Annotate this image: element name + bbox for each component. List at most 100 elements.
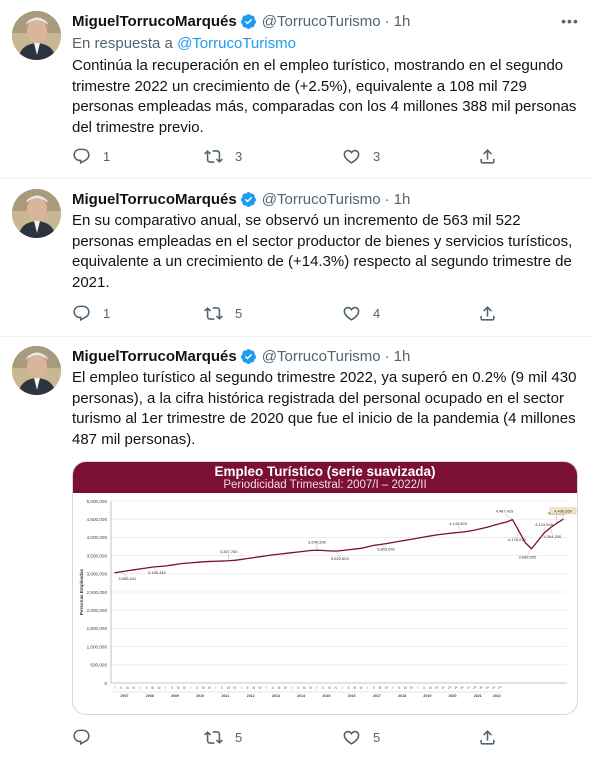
chart-title: Empleo Turístico (serie suavizada)	[214, 464, 436, 479]
share-button[interactable]	[478, 147, 497, 166]
annotation-leader	[504, 513, 513, 520]
data-point	[133, 569, 135, 571]
tweet-text: Continúa la recuperación en el empleo tu…	[72, 57, 577, 136]
x-year-label: 2007	[120, 694, 128, 698]
x-quarter-label: IV	[435, 686, 439, 690]
data-point	[423, 536, 425, 538]
data-point	[265, 555, 267, 557]
timestamp[interactable]: 1h	[394, 191, 411, 208]
x-year-label: 2016	[348, 694, 356, 698]
share-button[interactable]	[478, 728, 497, 747]
reply-context: En respuesta a @TorrucoTurismo	[72, 34, 580, 54]
data-point	[240, 558, 242, 560]
annotation-label: 3,803,642	[377, 547, 396, 552]
x-quarter-label: II	[221, 686, 223, 690]
author-name[interactable]: MiguelTorrucoMarqués	[72, 191, 237, 208]
like-button[interactable]: 4	[342, 304, 380, 323]
x-quarter-label: II	[322, 686, 324, 690]
author-handle[interactable]: @TorrucoTurismo	[262, 191, 381, 208]
x-quarter-label: II	[373, 686, 375, 690]
x-year-label: 2018	[398, 694, 406, 698]
retweet-button[interactable]: 5	[204, 304, 242, 323]
author-name[interactable]: MiguelTorrucoMarqués	[72, 348, 237, 365]
verified-badge-icon	[240, 191, 256, 207]
line-chart: 0 500,000 1,000,000 1,500,000 2,000,000 2,500…	[79, 499, 577, 698]
heart-icon	[343, 149, 360, 164]
reply-icon	[73, 729, 90, 745]
data-point	[436, 534, 438, 536]
annotation-label: 3,186,444	[148, 570, 167, 575]
x-quarter-label: III	[404, 686, 407, 690]
more-options-icon[interactable]: •••	[560, 11, 580, 31]
share-button[interactable]	[478, 304, 497, 323]
author-handle[interactable]: @TorrucoTurismo	[262, 13, 381, 30]
x-quarter-label: 2ª	[473, 686, 477, 690]
action-bar: 1 3 3	[72, 145, 502, 167]
like-button[interactable]: 3	[342, 147, 380, 166]
x-quarter-label: III	[227, 686, 230, 690]
data-point	[373, 544, 375, 546]
tweet-3[interactable]: MiguelTorrucoMarqués @TorrucoTurismo · 1…	[0, 337, 594, 757]
series-line	[114, 518, 564, 574]
data-point	[253, 557, 255, 559]
data-point	[284, 552, 286, 554]
x-quarter-label: III	[328, 686, 331, 690]
reply-count: 1	[103, 148, 111, 164]
y-tick-label: 500,000	[90, 663, 107, 668]
verified-badge-icon	[240, 13, 256, 29]
x-quarter-label: III	[303, 686, 306, 690]
x-year-label: 2019	[423, 694, 431, 698]
data-point	[385, 543, 387, 545]
like-count: 4	[373, 305, 381, 321]
author-name[interactable]: MiguelTorrucoMarqués	[72, 13, 237, 30]
x-quarter-label: III	[177, 686, 180, 690]
x-quarter-label: IV	[208, 686, 212, 690]
retweet-button[interactable]: 3	[204, 147, 242, 166]
data-point	[272, 554, 274, 556]
like-button[interactable]: 5	[342, 728, 380, 747]
annotation-label: 3,688,595	[519, 555, 538, 560]
reply-button[interactable]	[72, 728, 103, 747]
reply-button[interactable]: 1	[72, 147, 110, 166]
x-quarter-label: I	[190, 686, 191, 690]
x-quarter-label: IV	[132, 686, 136, 690]
x-quarter-label: 3ª	[479, 686, 483, 690]
chart-image-card[interactable]: Empleo Turístico (serie suavizada) Perio…	[72, 461, 578, 715]
x-year-label: 2020	[449, 694, 457, 698]
tweet-header: MiguelTorrucoMarqués @TorrucoTurismo · 1…	[72, 189, 580, 209]
annotation-label: 4,176,019	[508, 537, 527, 542]
data-point	[398, 540, 400, 542]
reply-handle-link[interactable]: @TorrucoTurismo	[177, 35, 296, 52]
timestamp[interactable]: 1h	[394, 13, 411, 30]
data-point	[114, 572, 116, 574]
data-point	[322, 549, 324, 552]
author-handle[interactable]: @TorrucoTurismo	[262, 348, 381, 365]
x-year-label: 2008	[146, 694, 154, 698]
tweet-1[interactable]: MiguelTorrucoMarqués @TorrucoTurismo · 1…	[0, 0, 594, 178]
avatar[interactable]	[12, 189, 61, 238]
x-quarter-label: II	[272, 686, 274, 690]
timestamp[interactable]: 1h	[394, 348, 411, 365]
x-quarter-label: 2ª	[448, 686, 452, 690]
x-quarter-label: III	[126, 686, 129, 690]
x-quarter-label: II	[398, 686, 400, 690]
tweet-2[interactable]: MiguelTorrucoMarqués @TorrucoTurismo · 1…	[0, 179, 594, 336]
data-point	[246, 557, 249, 560]
x-quarter-label: I	[392, 686, 393, 690]
retweet-button[interactable]: 5	[204, 728, 242, 747]
avatar[interactable]	[12, 346, 61, 395]
data-point	[158, 565, 160, 568]
x-quarter-label: I	[291, 686, 292, 690]
x-year-label: 2021	[474, 694, 482, 698]
data-point	[215, 560, 217, 562]
x-quarter-label: I	[216, 686, 217, 690]
data-point	[202, 561, 204, 563]
avatar[interactable]	[12, 11, 61, 60]
data-point	[196, 561, 198, 563]
data-point	[417, 537, 419, 539]
data-point	[354, 548, 356, 550]
x-quarter-label: IV	[158, 686, 162, 690]
x-quarter-label: II	[247, 686, 249, 690]
heart-icon	[343, 306, 360, 321]
reply-button[interactable]: 1	[72, 304, 110, 323]
